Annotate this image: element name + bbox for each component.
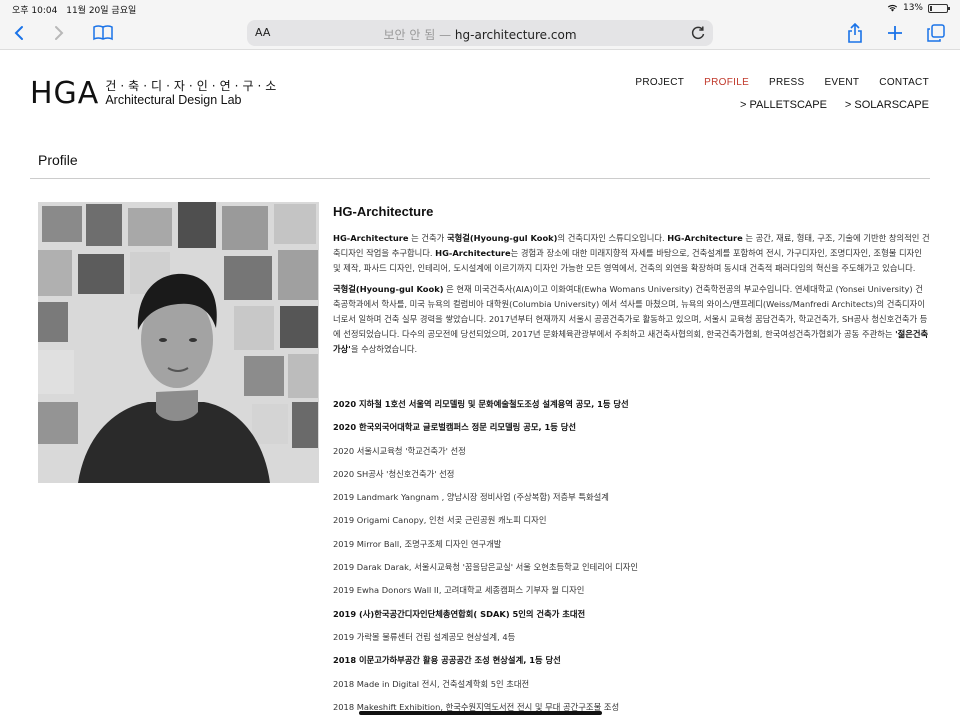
nav-press[interactable]: PRESS bbox=[769, 77, 804, 88]
forward-icon[interactable] bbox=[48, 22, 70, 44]
achievement-item: 2020 SH공사 '청신호건축가' 선정 bbox=[333, 468, 455, 479]
achievement-item: 2019 Ewha Donors Wall II, 고려대학교 세종캠퍼스 기부… bbox=[333, 585, 585, 596]
logo-korean: 건·축·디·자·인·연·구·소 bbox=[105, 79, 281, 93]
intro-paragraph: HG-Architecture 는 건축가 국형걸(Hyoung-gul Koo… bbox=[333, 231, 930, 276]
new-tab-icon[interactable] bbox=[884, 22, 906, 44]
achievement-item: 2020 한국외국어대학교 글로벌캠퍼스 정문 리모델링 공모, 1등 당선 bbox=[333, 422, 577, 433]
achievement-item: 2020 지하철 1호선 서울역 리모델링 및 문화예술철도조성 설계용역 공모… bbox=[333, 399, 629, 409]
reload-icon[interactable] bbox=[689, 24, 707, 42]
site-logo[interactable]: HGA 건·축·디·자·인·연·구·소 Architectural Design… bbox=[30, 79, 280, 111]
achievement-item: 2018 Made in Digital 전시, 건축설계학회 5인 초대전 bbox=[333, 678, 530, 689]
page-title: Profile bbox=[38, 152, 78, 168]
share-icon[interactable] bbox=[844, 22, 866, 44]
title-divider bbox=[30, 178, 930, 179]
wifi-icon bbox=[887, 4, 898, 12]
bold-text: 국형걸(Hyoung-gul Kook) bbox=[446, 233, 558, 243]
subnav-palletscape[interactable]: > PALLETSCAPE bbox=[740, 99, 827, 111]
bold-text: HG-Architecture bbox=[435, 248, 511, 258]
achievement-item: 2019 Landmark Yangnam , 양남시장 정비사업 (주상복합)… bbox=[333, 492, 609, 503]
achievements-list: 2020 지하철 1호선 서울역 리모델링 및 문화예술철도조성 설계용역 공모… bbox=[333, 398, 930, 720]
status-bar: 오후 10:04 11월 20일 금요일 13% bbox=[0, 0, 960, 16]
address-bar[interactable]: AA 보안 안 됨 — hg-architecture.com bbox=[247, 20, 713, 46]
url-separator: — bbox=[435, 28, 455, 42]
browser-toolbar: AA 보안 안 됨 — hg-architecture.com bbox=[0, 16, 960, 50]
bold-text: HG-Architecture bbox=[667, 233, 743, 243]
text-run: 의 건축디자인 스튜디오입니다. bbox=[557, 233, 668, 243]
logo-english: Architectural Design Lab bbox=[105, 93, 242, 107]
achievement-item: 2019 Origami Canopy, 인천 서곶 근린공원 캐노피 디자인 bbox=[333, 515, 547, 526]
subnav-solarscape[interactable]: > SOLARSCAPE bbox=[845, 99, 929, 111]
achievement-item: 2019 (사)한국공간디자인단체총연합회( SDAK) 5인의 건축가 초대전 bbox=[333, 608, 586, 619]
nav-event[interactable]: EVENT bbox=[824, 77, 859, 88]
main-nav: PROJECT PROFILE PRESS EVENT CONTACT bbox=[635, 77, 929, 88]
text-run: 는 건축가 bbox=[408, 233, 447, 243]
url-text: hg-architecture.com bbox=[454, 28, 577, 42]
url-display[interactable]: 보안 안 됨 — hg-architecture.com bbox=[247, 26, 713, 43]
achievement-item: 2019 가락몰 물류센터 건립 설계공모 현상설계, 4등 bbox=[333, 631, 516, 642]
back-icon[interactable] bbox=[8, 22, 30, 44]
nav-project[interactable]: PROJECT bbox=[635, 77, 684, 88]
achievement-item: 2019 Mirror Ball, 조명구조체 디자인 연구개발 bbox=[333, 538, 502, 549]
text-run: 을 수상하였습니다. bbox=[350, 344, 418, 354]
status-date: 11월 20일 금요일 bbox=[66, 6, 137, 16]
architect-portrait bbox=[38, 202, 319, 483]
nav-contact[interactable]: CONTACT bbox=[879, 77, 929, 88]
tabs-overview-icon[interactable] bbox=[925, 22, 947, 44]
bold-text: HG-Architecture bbox=[333, 233, 409, 243]
battery-percent: 13% bbox=[902, 3, 923, 13]
bold-text: 국형걸(Hyoung-gul Kook) bbox=[333, 284, 444, 294]
sub-nav: > PALLETSCAPE > SOLARSCAPE bbox=[740, 99, 929, 111]
nav-profile[interactable]: PROFILE bbox=[704, 77, 749, 88]
achievement-item: 2019 Darak Darak, 서울시교육청 '꿈을담은교실' 서울 오현초… bbox=[333, 562, 639, 573]
content-title: HG-Architecture bbox=[333, 204, 434, 219]
insecure-label: 보안 안 됨 bbox=[383, 28, 436, 42]
home-indicator[interactable] bbox=[359, 711, 602, 715]
status-time: 오후 10:04 bbox=[12, 6, 58, 16]
bio-paragraph: 국형걸(Hyoung-gul Kook) 은 현재 미국건축사(AIA)이고 이… bbox=[333, 282, 930, 357]
achievement-item: 2020 서울시교육청 '학교건축가' 선정 bbox=[333, 445, 466, 456]
profile-content: HG-Architecture HG-Architecture 는 건축가 국형… bbox=[333, 204, 930, 363]
logo-mark: HGA bbox=[30, 76, 100, 111]
achievement-item: 2018 이문고가하부공간 활용 공공공간 조성 현상설계, 1등 당선 bbox=[333, 655, 561, 666]
battery-level bbox=[930, 5, 932, 11]
bookmarks-icon[interactable] bbox=[92, 22, 114, 44]
battery-icon bbox=[928, 3, 950, 13]
